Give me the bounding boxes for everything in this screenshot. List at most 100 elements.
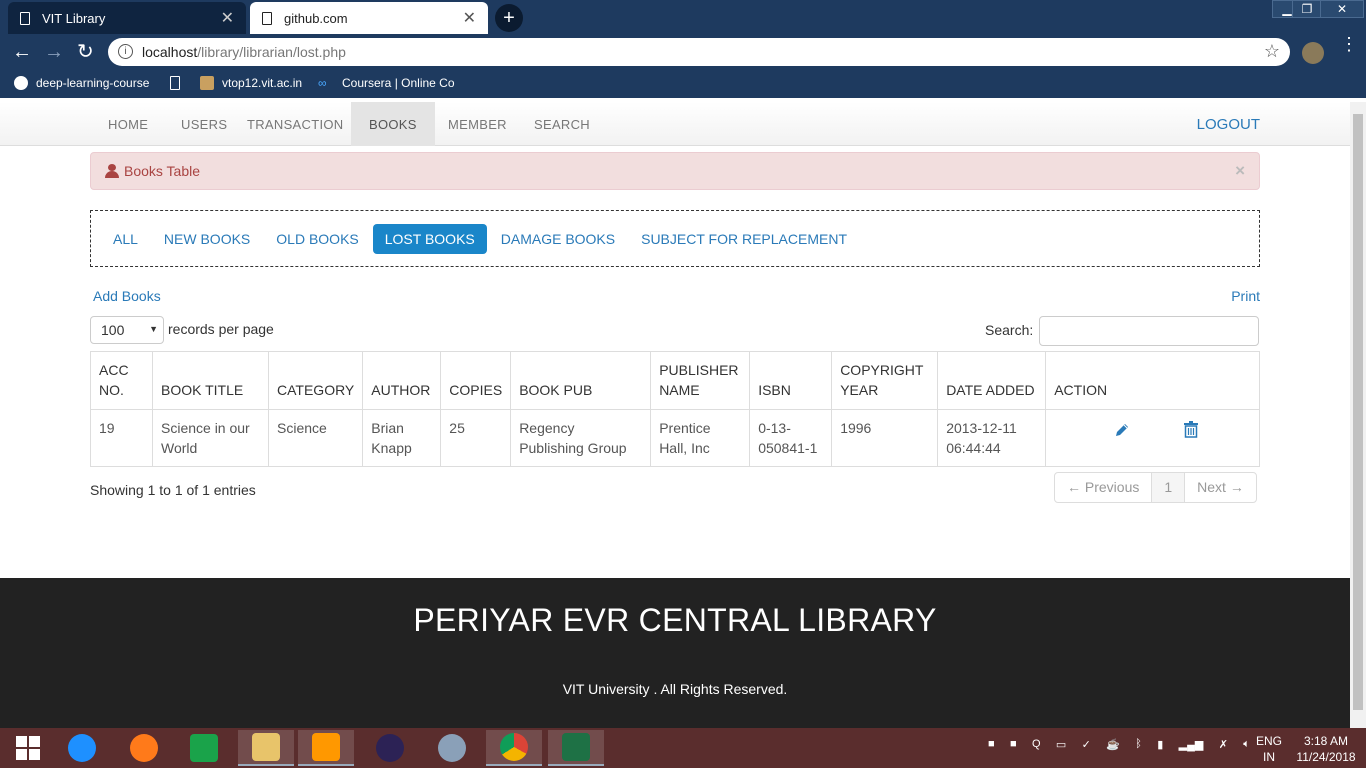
page-1-button[interactable]: 1 xyxy=(1151,473,1185,502)
taskbar-sublime[interactable] xyxy=(298,730,354,766)
forward-arrow-icon[interactable]: → xyxy=(44,42,64,62)
col-copyright-year[interactable]: COPYRIGHT YEAR xyxy=(831,351,939,410)
books-table-alert: Books Table × xyxy=(90,152,1260,190)
user-icon xyxy=(105,164,119,178)
url-host: localhost xyxy=(142,44,198,60)
records-per-page-select[interactable]: 100 ▼ xyxy=(90,316,164,344)
nav-search[interactable]: SEARCH xyxy=(516,102,608,146)
info-icon[interactable]: i xyxy=(118,44,133,59)
nav-transaction[interactable]: TRANSACTION xyxy=(229,102,361,146)
bookmark-blank[interactable] xyxy=(170,76,188,90)
back-arrow-icon[interactable]: ← xyxy=(12,42,32,62)
start-button[interactable] xyxy=(0,730,56,766)
filter-all[interactable]: ALL xyxy=(101,224,150,254)
tray-monitor-icon[interactable]: ▭ xyxy=(1056,738,1066,751)
nav-member[interactable]: MEMBER xyxy=(430,102,525,146)
filter-new-books[interactable]: NEW BOOKS xyxy=(152,224,262,254)
clock-time: 3:18 AM xyxy=(1303,734,1349,748)
col-acc-no[interactable]: ACC NO. xyxy=(90,351,153,410)
region-code: IN xyxy=(1263,750,1275,764)
close-tab-icon[interactable]: ✕ xyxy=(463,8,476,28)
pencil-icon[interactable] xyxy=(1114,422,1130,438)
bookmark-vtop[interactable]: vtop12.vit.ac.in xyxy=(200,76,302,90)
signal-icon[interactable]: ▂▄▆ xyxy=(1179,738,1204,751)
taskbar-eclipse[interactable] xyxy=(362,730,418,766)
col-isbn[interactable]: ISBN xyxy=(749,351,833,410)
close-window-button[interactable]: ✕ xyxy=(1320,0,1364,18)
profile-avatar[interactable] xyxy=(1302,42,1324,64)
bookmark-coursera[interactable]: ∞ Coursera | Online Co xyxy=(318,76,455,90)
nav-home[interactable]: HOME xyxy=(90,102,166,146)
col-category[interactable]: CATEGORY xyxy=(267,351,364,410)
url-field[interactable]: i localhost/library/librarian/lost.php ☆ xyxy=(108,38,1290,66)
books-table: ACC NO. BOOK TITLE CATEGORY AUTHOR COPIES… xyxy=(90,351,1260,467)
restore-button[interactable]: ❐ xyxy=(1292,0,1322,18)
taskbar-excel[interactable] xyxy=(548,730,604,766)
page-scrollbar[interactable] xyxy=(1350,102,1366,728)
github-icon xyxy=(14,76,28,90)
chrome-icon xyxy=(500,733,528,761)
taskbar-edge[interactable] xyxy=(54,730,110,766)
taskbar-chrome[interactable] xyxy=(486,730,542,766)
battery-icon[interactable]: ▮ xyxy=(1157,738,1163,751)
taskbar-explorer[interactable] xyxy=(238,730,294,766)
tray-cup-icon[interactable]: ☕ xyxy=(1106,738,1120,751)
alert-close-button[interactable]: × xyxy=(1235,161,1245,181)
store-icon xyxy=(190,734,218,762)
filter-subject-replacement[interactable]: SUBJECT FOR REPLACEMENT xyxy=(629,224,859,254)
tray-q-icon[interactable]: Q xyxy=(1032,738,1041,751)
filter-lost-books[interactable]: LOST BOOKS xyxy=(372,223,487,254)
windows-taskbar: ■ ■ Q ▭ ✓ ☕ ᛒ ▮ ▂▄▆ ✗ 🔈︎ ENG IN 3:18 AM … xyxy=(0,728,1366,768)
cell-isbn: 0-13- 050841-1 xyxy=(749,409,833,467)
col-book-pub[interactable]: BOOK PUB xyxy=(510,351,652,410)
col-date-added[interactable]: DATE ADDED xyxy=(937,351,1047,410)
col-copies[interactable]: COPIES xyxy=(440,351,512,410)
new-tab-button[interactable]: + xyxy=(495,4,523,32)
book-filter-tabs: ALL NEW BOOKS OLD BOOKS LOST BOOKS DAMAG… xyxy=(90,210,1260,267)
close-tab-icon[interactable]: ✕ xyxy=(221,8,234,28)
tray-app-icon[interactable]: ■ xyxy=(988,738,995,751)
bookmark-star-icon[interactable]: ☆ xyxy=(1264,41,1280,62)
previous-page-button[interactable]: ← Previous xyxy=(1055,473,1151,502)
logout-link[interactable]: LOGOUT xyxy=(1197,102,1260,146)
cell-date-added: 2013-12-11 06:44:44 xyxy=(937,409,1047,467)
add-books-link[interactable]: Add Books xyxy=(93,288,161,304)
trash-icon[interactable] xyxy=(1184,421,1199,438)
volume-icon[interactable]: 🔈︎ xyxy=(1243,738,1250,751)
page-viewport: HOME USERS TRANSACTION BOOKS MEMBER SEAR… xyxy=(0,102,1350,728)
search-input[interactable] xyxy=(1039,316,1259,346)
taskbar-r[interactable] xyxy=(424,730,480,766)
bluetooth-icon[interactable]: ᛒ xyxy=(1135,738,1142,751)
language-indicator[interactable]: ENG IN xyxy=(1256,733,1282,765)
ie-icon xyxy=(68,734,96,762)
scrollbar-thumb[interactable] xyxy=(1353,114,1363,710)
print-link[interactable]: Print xyxy=(1231,288,1260,304)
col-book-title[interactable]: BOOK TITLE xyxy=(152,351,269,410)
clock[interactable]: 3:18 AM 11/24/2018 xyxy=(1286,733,1366,765)
tab-github[interactable]: github.com ✕ xyxy=(250,2,488,34)
vtop-icon xyxy=(200,76,214,90)
filter-damage-books[interactable]: DAMAGE BOOKS xyxy=(489,224,627,254)
taskbar-firefox[interactable] xyxy=(116,730,172,766)
col-action: ACTION xyxy=(1045,351,1260,410)
bookmarks-bar: deep-learning-course vtop12.vit.ac.in ∞ … xyxy=(0,70,1366,98)
next-page-button[interactable]: Next → xyxy=(1184,473,1256,502)
tray-check-icon[interactable]: ✓ xyxy=(1082,738,1091,751)
tab-vit-library[interactable]: VIT Library ✕ xyxy=(8,2,246,34)
col-author[interactable]: AUTHOR xyxy=(362,351,442,410)
filter-old-books[interactable]: OLD BOOKS xyxy=(264,224,370,254)
tray-app-icon[interactable]: ■ xyxy=(1010,738,1017,751)
coursera-icon: ∞ xyxy=(318,76,327,90)
document-icon xyxy=(20,11,30,25)
bookmark-deep-learning[interactable]: deep-learning-course xyxy=(14,76,149,90)
menu-icon[interactable]: ⋮ xyxy=(1340,35,1358,53)
network-icon[interactable]: ✗ xyxy=(1219,738,1228,751)
cell-author: Brian Knapp xyxy=(362,409,442,467)
reload-icon[interactable]: ↻ xyxy=(77,42,94,62)
nav-books[interactable]: BOOKS xyxy=(351,102,435,146)
taskbar-store[interactable] xyxy=(176,730,232,766)
entries-info: Showing 1 to 1 of 1 entries xyxy=(90,482,256,498)
language-code: ENG xyxy=(1256,734,1283,748)
bookmark-label: deep-learning-course xyxy=(36,76,150,90)
col-publisher-name[interactable]: PUBLISHER NAME xyxy=(650,351,751,410)
